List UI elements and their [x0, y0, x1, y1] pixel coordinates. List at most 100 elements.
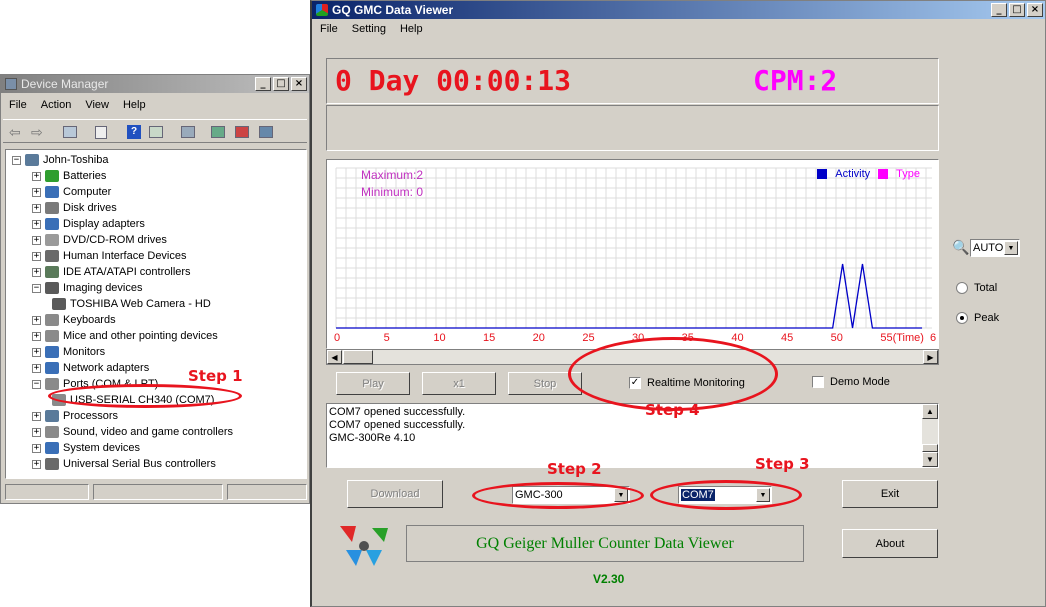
about-button[interactable]: About: [842, 529, 938, 558]
tree-item-label: Monitors: [63, 346, 106, 358]
log-line: GMC-300Re 4.10: [329, 432, 416, 444]
maximize-button[interactable]: □: [273, 77, 289, 91]
tree-view-icon[interactable]: [63, 126, 77, 138]
log-line: COM7 opened successfully.: [329, 419, 466, 431]
resource-icon[interactable]: [149, 126, 163, 138]
uninstall-icon[interactable]: [235, 126, 249, 138]
scroll-right-button[interactable]: ▶: [923, 350, 938, 364]
legend-activity-label: Activity: [835, 168, 871, 180]
minimize-button[interactable]: _: [255, 77, 271, 91]
properties-icon[interactable]: [95, 126, 107, 139]
tree-expander[interactable]: +: [32, 459, 41, 469]
tree-item-label: Keyboards: [63, 314, 116, 326]
x1-button[interactable]: x1: [422, 372, 496, 395]
menu-view[interactable]: View: [85, 99, 109, 111]
tree-expander[interactable]: +: [32, 219, 41, 229]
log-box[interactable]: COM7 opened successfully. COM7 opened su…: [326, 403, 939, 468]
radio-total-row[interactable]: Total: [956, 282, 997, 294]
log-scrollbar[interactable]: ▲ ▼: [922, 404, 938, 467]
tree-category-item[interactable]: + Monitors: [32, 344, 105, 360]
tree-category-item[interactable]: + DVD/CD-ROM drives: [32, 232, 167, 248]
tree-category-item[interactable]: + Batteries: [32, 168, 106, 184]
gq-close-button[interactable]: ×: [1027, 3, 1043, 17]
back-icon[interactable]: ⇦: [9, 124, 21, 141]
scan-hardware-icon[interactable]: [181, 126, 195, 138]
tree-category-item[interactable]: + Processors: [32, 408, 118, 424]
tree-device-item[interactable]: TOSHIBA Web Camera - HD: [52, 296, 211, 312]
radio-total-label: Total: [974, 282, 998, 294]
tree-expander[interactable]: +: [32, 347, 41, 357]
elapsed-timer: 0 Day 00:00:13: [335, 64, 572, 97]
forward-icon[interactable]: ⇨: [31, 124, 43, 141]
legend-type-label: Type: [896, 168, 920, 180]
demo-mode-row[interactable]: Demo Mode: [812, 376, 890, 388]
tree-expander[interactable]: +: [32, 427, 41, 437]
help-icon[interactable]: ?: [127, 125, 141, 139]
tree-expander[interactable]: +: [32, 363, 41, 373]
log-line: COM7 opened successfully.: [329, 406, 466, 418]
zoom-select[interactable]: AUTO ▼: [970, 239, 1020, 257]
tree-category-item[interactable]: + Mice and other pointing devices: [32, 328, 218, 344]
device-icon: [52, 298, 66, 310]
radio-total[interactable]: [956, 282, 968, 294]
close-button[interactable]: ×: [291, 77, 307, 91]
tree-expander[interactable]: +: [32, 315, 41, 325]
chevron-down-icon[interactable]: ▼: [1004, 241, 1018, 255]
play-button[interactable]: Play: [336, 372, 410, 395]
gq-minimize-button[interactable]: _: [991, 3, 1007, 17]
download-button[interactable]: Download: [347, 480, 443, 508]
demo-mode-checkbox[interactable]: [812, 376, 824, 388]
menu-file[interactable]: File: [9, 99, 27, 111]
tree-category-item[interactable]: + Computer: [32, 184, 111, 200]
tree-category-item[interactable]: + Disk drives: [32, 200, 117, 216]
device-icon: [45, 378, 59, 390]
gq-titlebar[interactable]: GQ GMC Data Viewer _ □ ×: [312, 1, 1045, 19]
tree-item-label: Display adapters: [63, 218, 145, 230]
tree-item-label: Sound, video and game controllers: [63, 426, 233, 438]
tree-category-item[interactable]: + Universal Serial Bus controllers: [32, 456, 216, 472]
exit-button[interactable]: Exit: [842, 480, 938, 508]
gq-menu-file[interactable]: File: [320, 23, 338, 35]
menu-action[interactable]: Action: [41, 99, 72, 111]
gq-menu-help[interactable]: Help: [400, 23, 423, 35]
max-label: Maximum:2: [361, 168, 424, 182]
gq-menu-setting[interactable]: Setting: [352, 23, 386, 35]
tree-expander[interactable]: +: [32, 235, 41, 245]
tree-category-item[interactable]: + System devices: [32, 440, 140, 456]
tree-expander[interactable]: +: [32, 267, 41, 277]
update-driver-icon[interactable]: [211, 126, 225, 138]
tree-expander[interactable]: +: [32, 411, 41, 421]
tree-expander[interactable]: −: [32, 379, 41, 389]
scroll-left-button[interactable]: ◀: [327, 350, 342, 364]
tree-category-item[interactable]: + IDE ATA/ATAPI controllers: [32, 264, 191, 280]
radio-peak-row[interactable]: Peak: [956, 312, 999, 324]
scroll-thumb[interactable]: [343, 350, 373, 364]
tree-expander[interactable]: +: [32, 443, 41, 453]
device-icon: [45, 218, 59, 230]
tree-expander[interactable]: +: [32, 251, 41, 261]
disable-icon[interactable]: [259, 126, 273, 138]
tree-expander[interactable]: +: [32, 171, 41, 181]
log-scroll-up[interactable]: ▲: [922, 404, 938, 419]
radio-peak[interactable]: [956, 312, 968, 324]
tree-category-item[interactable]: + Network adapters: [32, 360, 149, 376]
tree-category-item[interactable]: + Keyboards: [32, 312, 116, 328]
gq-maximize-button[interactable]: □: [1009, 3, 1025, 17]
tree-expander[interactable]: +: [32, 203, 41, 213]
device-icon: [45, 442, 59, 454]
device-icon: [45, 458, 59, 470]
log-scroll-thumb[interactable]: [922, 444, 938, 452]
tree-category-item[interactable]: + Sound, video and game controllers: [32, 424, 233, 440]
tree-expander[interactable]: −: [12, 155, 21, 165]
tree-category-item[interactable]: + Display adapters: [32, 216, 145, 232]
tree-expander[interactable]: −: [32, 283, 41, 293]
tree-item-label: Mice and other pointing devices: [63, 330, 218, 342]
tree-expander[interactable]: +: [32, 187, 41, 197]
tree-root[interactable]: − John-Toshiba: [12, 152, 108, 168]
tree-category-item[interactable]: + Human Interface Devices: [32, 248, 187, 264]
device-manager-titlebar[interactable]: Device Manager _ □ ×: [1, 75, 309, 93]
tree-expander[interactable]: +: [32, 331, 41, 341]
tree-category-item[interactable]: − Imaging devices: [32, 280, 143, 296]
menu-help[interactable]: Help: [123, 99, 146, 111]
log-scroll-down[interactable]: ▼: [922, 452, 938, 467]
